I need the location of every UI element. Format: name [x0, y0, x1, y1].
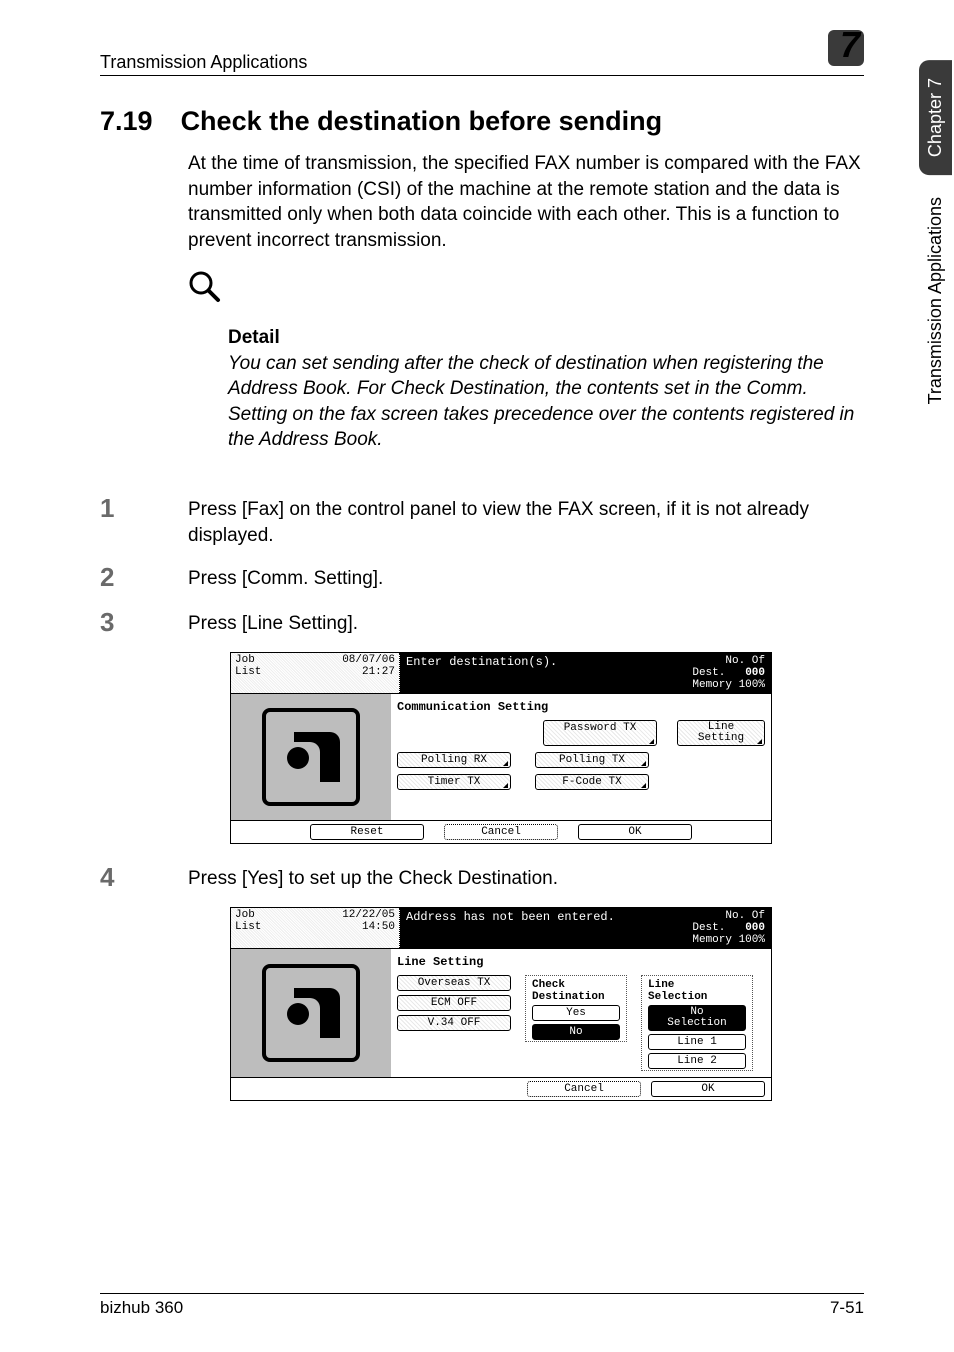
- check-destination-title: Check Destination: [532, 979, 620, 1003]
- step-1: Press [Fax] on the control panel to view…: [100, 493, 864, 548]
- line2-button[interactable]: Line 2: [648, 1053, 746, 1069]
- detail-heading: Detail: [228, 327, 864, 349]
- check-no-button[interactable]: No: [532, 1024, 620, 1040]
- check-yes-button[interactable]: Yes: [532, 1005, 620, 1021]
- cancel-button-2[interactable]: Cancel: [527, 1081, 641, 1097]
- no-selection-button[interactable]: No Selection: [648, 1005, 746, 1031]
- section-title-text: Check the destination before sending: [181, 106, 663, 137]
- section-heading: 7.19 Check the destination before sendin…: [100, 106, 864, 137]
- breadcrumb: Transmission Applications: [100, 52, 307, 73]
- reset-button[interactable]: Reset: [310, 824, 424, 840]
- step-2-text: Press [Comm. Setting].: [188, 562, 383, 592]
- step-4-text: Press [Yes] to set up the Check Destinat…: [188, 862, 558, 892]
- ok-button-2[interactable]: OK: [651, 1081, 765, 1097]
- memory-status-2: Memory 100%: [692, 934, 765, 946]
- intro-paragraph: At the time of transmission, the specifi…: [188, 151, 864, 254]
- fax-screen-line-setting: Job List 12/22/05 14:50 Address has not …: [230, 907, 864, 1101]
- job-list-time-2: 14:50: [342, 922, 395, 934]
- fcode-tx-button[interactable]: F-Code TX: [535, 774, 649, 790]
- footer-right: 7-51: [830, 1298, 864, 1318]
- document-icon: [256, 702, 366, 812]
- preview-panel-2: [231, 949, 391, 1077]
- chapter-badge: 7: [824, 30, 864, 68]
- section-number: 7.19: [100, 106, 153, 137]
- line-setting-button[interactable]: Line Setting: [677, 720, 765, 746]
- page-footer: bizhub 360 7-51: [100, 1293, 864, 1318]
- step-1-text: Press [Fax] on the control panel to view…: [188, 493, 864, 548]
- screen-message-2: Address has not been entered.: [406, 910, 615, 946]
- footer-left: bizhub 360: [100, 1298, 183, 1318]
- job-list-label-2: List: [235, 667, 261, 679]
- side-tab-section: Transmission Applications: [919, 179, 952, 422]
- v34-off-button[interactable]: V.34 OFF: [397, 1015, 511, 1031]
- step-4: Press [Yes] to set up the Check Destinat…: [100, 862, 864, 893]
- job-list-tab-2[interactable]: Job List 12/22/05 14:50: [231, 908, 400, 948]
- step-3: Press [Line Setting].: [100, 607, 864, 638]
- detail-text: You can set sending after the check of d…: [228, 351, 864, 454]
- screen-message: Enter destination(s).: [406, 655, 557, 691]
- cancel-button[interactable]: Cancel: [444, 824, 558, 840]
- job-list-tab[interactable]: Job List 08/07/06 21:27: [231, 653, 400, 693]
- job-list-time: 21:27: [342, 667, 395, 679]
- side-tab-chapter: Chapter 7: [919, 60, 952, 175]
- fax-screen-comm-setting: Job List 08/07/06 21:27 Enter destinatio…: [230, 652, 864, 844]
- dest-count: 000: [745, 667, 765, 679]
- memory-status: Memory 100%: [692, 679, 765, 691]
- polling-tx-button[interactable]: Polling TX: [535, 752, 649, 768]
- timer-tx-button[interactable]: Timer TX: [397, 774, 511, 790]
- dest-count-2: 000: [745, 922, 765, 934]
- step-3-text: Press [Line Setting].: [188, 607, 358, 637]
- chapter-number: 7: [840, 24, 860, 66]
- document-icon: [256, 958, 366, 1068]
- line-selection-group: Line Selection No Selection Line 1 Line …: [641, 975, 753, 1071]
- line-selection-title: Line Selection: [648, 979, 746, 1003]
- line-setting-title: Line Setting: [397, 955, 765, 969]
- ok-button[interactable]: OK: [578, 824, 692, 840]
- ecm-off-button[interactable]: ECM OFF: [397, 995, 511, 1011]
- comm-setting-title: Communication Setting: [397, 700, 765, 714]
- magnifier-icon: [188, 270, 864, 309]
- steps-list-cont: Press [Yes] to set up the Check Destinat…: [100, 862, 864, 893]
- line1-button[interactable]: Line 1: [648, 1034, 746, 1050]
- polling-rx-button[interactable]: Polling RX: [397, 752, 511, 768]
- check-destination-group: Check Destination Yes No: [525, 975, 627, 1042]
- password-tx-button[interactable]: Password TX: [543, 720, 657, 746]
- job-list-label-2b: List: [235, 922, 261, 934]
- overseas-tx-button[interactable]: Overseas TX: [397, 975, 511, 991]
- detail-block: Detail You can set sending after the che…: [188, 327, 864, 454]
- step-2: Press [Comm. Setting].: [100, 562, 864, 593]
- page-header: Transmission Applications 7: [100, 30, 864, 76]
- steps-list: Press [Fax] on the control panel to view…: [100, 493, 864, 638]
- side-tab: Chapter 7 Transmission Applications: [916, 60, 954, 422]
- preview-panel: [231, 694, 391, 820]
